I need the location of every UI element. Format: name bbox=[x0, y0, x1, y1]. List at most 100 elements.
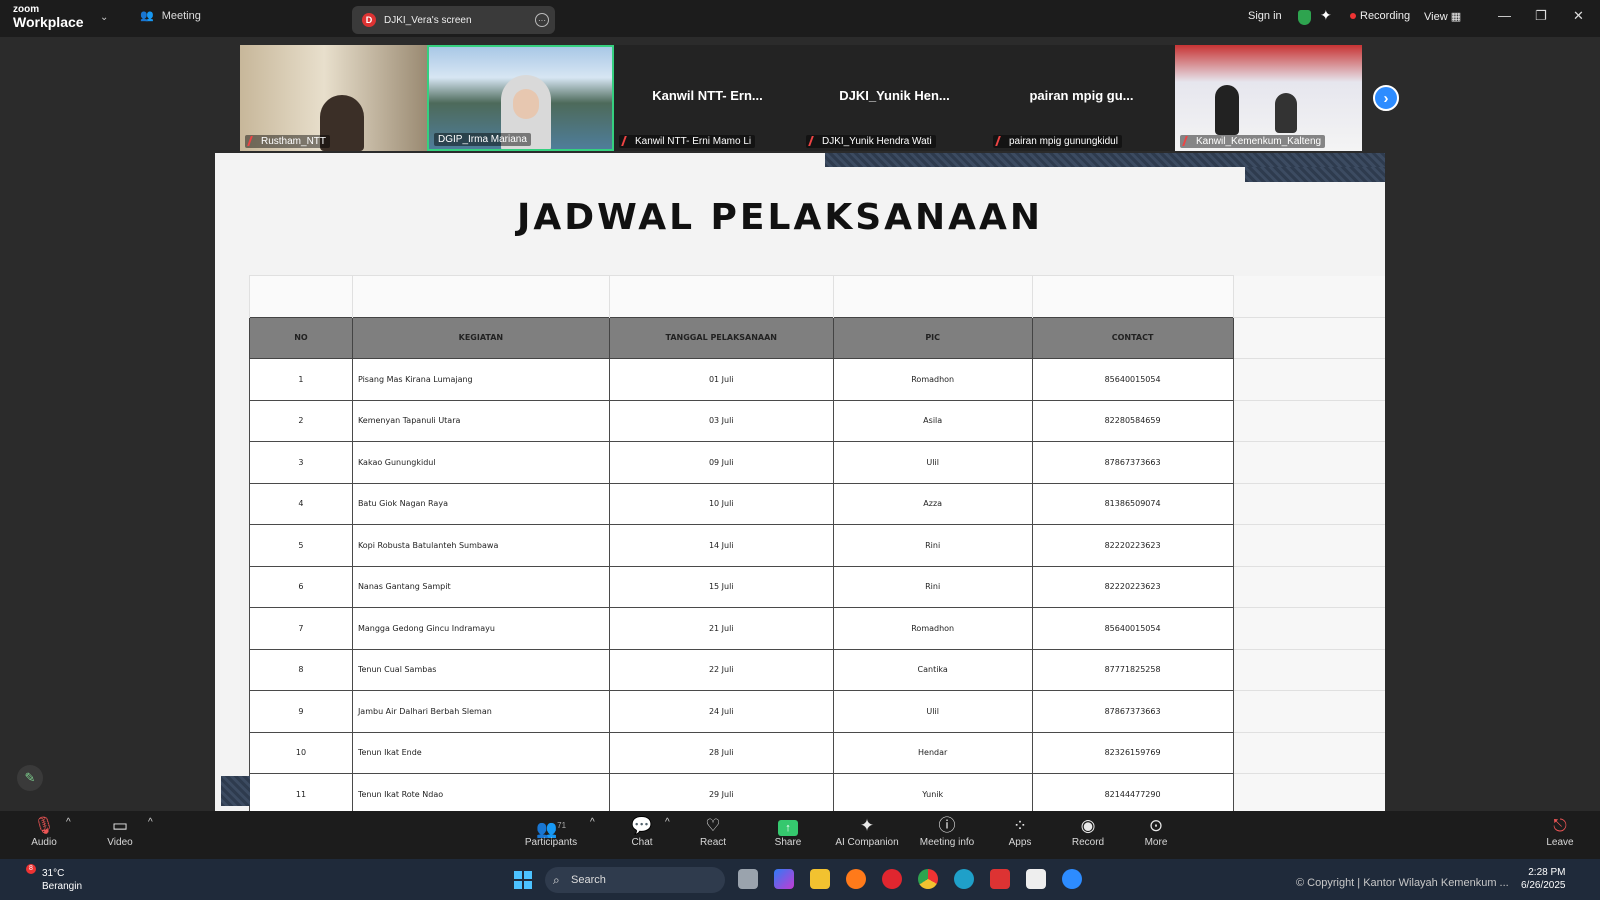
share-arrow-icon: ↑ bbox=[778, 820, 798, 836]
decorative-bar bbox=[825, 153, 1385, 167]
search-icon: ⌕ bbox=[553, 873, 560, 887]
cell-no: 8 bbox=[249, 648, 353, 691]
participant-tile[interactable]: DJKI_Yunik Hen... DJKI_Yunik Hendra Wati bbox=[801, 45, 988, 151]
screen-share-tab[interactable]: D DJKI_Vera's screen ··· bbox=[352, 6, 555, 34]
restore-icon[interactable]: ❐ bbox=[1535, 8, 1547, 24]
next-page-arrow-icon[interactable]: › bbox=[1373, 85, 1399, 111]
cell-contact: 82220223623 bbox=[1031, 565, 1234, 608]
participant-tile[interactable]: Kanwil_Kemenkum_Kalteng bbox=[1175, 45, 1362, 151]
close-icon[interactable]: ✕ bbox=[1573, 8, 1584, 24]
table-row: 2 Kemenyan Tapanuli Utara 03 Juli Asila 8228… bbox=[249, 399, 1385, 442]
participant-tile[interactable]: pairan mpig gu... pairan mpig gunungkidu… bbox=[988, 45, 1175, 151]
muted-mic-icon bbox=[1182, 136, 1194, 147]
more-options-icon[interactable]: ··· bbox=[535, 13, 549, 27]
cell-contact: 82326159769 bbox=[1031, 731, 1234, 774]
cell-contact: 82144477290 bbox=[1031, 773, 1234, 811]
task-view-icon[interactable] bbox=[738, 869, 758, 889]
ai-companion-button[interactable]: ✦ AI Companion bbox=[834, 815, 900, 848]
table-row: 5 Kopi Robusta Batulanteh Sumbawa 14 Juli R… bbox=[249, 524, 1385, 567]
participant-tile[interactable]: Kanwil NTT- Ern... Kanwil NTT- Erni Mamo… bbox=[614, 45, 801, 151]
apps-grid-icon: ⁘ bbox=[1012, 816, 1028, 835]
participant-tile-active-speaker[interactable]: DGIP_Irma Mariana bbox=[427, 45, 614, 151]
video-strip: Rustham_NTT DGIP_Irma Mariana Kanwil NTT… bbox=[240, 45, 1362, 151]
pdf-reader-icon[interactable] bbox=[990, 869, 1010, 889]
people-icon: 👥 bbox=[140, 10, 154, 22]
cell-contact: 87867373663 bbox=[1031, 690, 1234, 733]
react-button[interactable]: ♡ React bbox=[698, 815, 728, 848]
meeting-toolbar: 🎙 Audio ^ ▭ Video ^ 👥71 Participants ^ 💬… bbox=[0, 811, 1600, 859]
cell-tanggal: 10 Juli bbox=[608, 482, 834, 525]
cell-tanggal: 03 Juli bbox=[608, 399, 834, 442]
shield-icon[interactable] bbox=[1298, 10, 1311, 25]
chat-button[interactable]: 💬 Chat bbox=[627, 815, 657, 848]
cell-tanggal: 21 Juli bbox=[608, 607, 834, 650]
chat-options-caret-icon[interactable]: ^ bbox=[665, 817, 670, 828]
ai-sparkle-icon[interactable]: ✦ bbox=[1320, 7, 1332, 24]
cell-pic: Azza bbox=[832, 482, 1033, 525]
apps-button[interactable]: ⁘ Apps bbox=[1005, 815, 1035, 848]
opera-icon[interactable] bbox=[882, 869, 902, 889]
cell-kegiatan: Kakao Gunungkidul bbox=[351, 441, 610, 484]
cell-tanggal: 29 Juli bbox=[608, 773, 834, 811]
leave-button[interactable]: ⎋ Leave bbox=[1545, 815, 1575, 848]
cell-tanggal: 22 Juli bbox=[608, 648, 834, 691]
title-bar: zoom Workplace ⌄ 👥 Meeting D DJKI_Vera's… bbox=[0, 0, 1600, 37]
copilot-icon[interactable] bbox=[774, 869, 794, 889]
cell-pic: Cantika bbox=[832, 648, 1033, 691]
cell-tanggal: 01 Juli bbox=[608, 358, 834, 401]
table-row: 9 Jambu Air Dalhari Berbah Sleman 24 Juli U… bbox=[249, 690, 1385, 733]
annotate-pencil-icon[interactable]: ✎ bbox=[17, 765, 43, 791]
table-row: 11 Tenun Ikat Rote Ndao 29 Juli Yunik 821444… bbox=[249, 773, 1385, 811]
cell-contact: 85640015054 bbox=[1031, 358, 1234, 401]
recording-indicator[interactable]: Recording bbox=[1350, 10, 1410, 22]
shared-screen: JADWAL PELAKSANAAN NO KEGIATAN TANGGAL P… bbox=[215, 153, 1385, 811]
share-button[interactable]: ↑ Share bbox=[773, 815, 803, 848]
record-button[interactable]: ◉ Record bbox=[1071, 815, 1105, 848]
cell-kegiatan: Mangga Gedong Gincu Indramayu bbox=[351, 607, 610, 650]
system-clock[interactable]: 2:28 PM 6/26/2025 bbox=[1521, 866, 1566, 892]
audio-button[interactable]: 🎙 Audio bbox=[29, 815, 59, 848]
participants-options-caret-icon[interactable]: ^ bbox=[590, 817, 595, 828]
column-header: KEGIATAN bbox=[351, 316, 610, 359]
cell-kegiatan: Batu Giok Nagan Raya bbox=[351, 482, 610, 525]
muted-mic-icon bbox=[247, 136, 259, 147]
video-options-caret-icon[interactable]: ^ bbox=[148, 817, 153, 828]
muted-mic-icon bbox=[808, 136, 820, 147]
sign-in-button[interactable]: Sign in bbox=[1248, 10, 1282, 22]
minimize-icon[interactable]: — bbox=[1498, 8, 1511, 23]
meeting-tab[interactable]: 👥 Meeting bbox=[140, 9, 201, 23]
table-row: 1 Pisang Mas Kirana Lumajang 01 Juli Romadh… bbox=[249, 358, 1385, 401]
recording-dot-icon bbox=[1350, 13, 1356, 20]
decorative-bar bbox=[1245, 167, 1385, 182]
participant-tile[interactable]: Rustham_NTT bbox=[240, 45, 427, 151]
chrome-icon[interactable] bbox=[918, 869, 938, 889]
copyright-watermark: © Copyright | Kantor Wilayah Kemenkum ..… bbox=[1296, 877, 1509, 889]
column-header: TANGGAL PELAKSANAAN bbox=[608, 316, 834, 359]
audio-options-caret-icon[interactable]: ^ bbox=[66, 817, 71, 828]
video-button[interactable]: ▭ Video bbox=[105, 815, 135, 848]
zoom-logo[interactable]: zoom Workplace bbox=[13, 5, 84, 30]
taskbar-search[interactable]: ⌕ Search bbox=[545, 867, 725, 893]
cell-contact: 87771825258 bbox=[1031, 648, 1234, 691]
cell-contact: 82220223623 bbox=[1031, 524, 1234, 567]
weather-widget[interactable]: 8 31°C Berangin bbox=[18, 864, 82, 893]
zoom-app-icon[interactable] bbox=[1062, 869, 1082, 889]
participants-button[interactable]: 👥71 Participants bbox=[522, 815, 580, 848]
view-button[interactable]: View ▦ bbox=[1424, 10, 1461, 23]
chevron-down-icon[interactable]: ⌄ bbox=[100, 12, 108, 23]
record-icon: ◉ bbox=[1080, 816, 1096, 835]
cell-no: 2 bbox=[249, 399, 353, 442]
participant-count: 71 bbox=[557, 821, 567, 830]
cell-no: 5 bbox=[249, 524, 353, 567]
meeting-info-button[interactable]: ⓘ Meeting info bbox=[917, 815, 977, 848]
file-explorer-icon[interactable] bbox=[810, 869, 830, 889]
windows-start-icon[interactable] bbox=[514, 871, 532, 889]
cell-no: 10 bbox=[249, 731, 353, 774]
snipping-tool-icon[interactable] bbox=[1026, 869, 1046, 889]
edge-icon[interactable] bbox=[954, 869, 974, 889]
cell-kegiatan: Tenun Ikat Ende bbox=[351, 731, 610, 774]
more-button[interactable]: ⊙ More bbox=[1141, 815, 1171, 848]
mic-muted-icon: 🎙 bbox=[33, 816, 55, 835]
slide-title: JADWAL PELAKSANAAN bbox=[516, 197, 1043, 238]
firefox-icon[interactable] bbox=[846, 869, 866, 889]
